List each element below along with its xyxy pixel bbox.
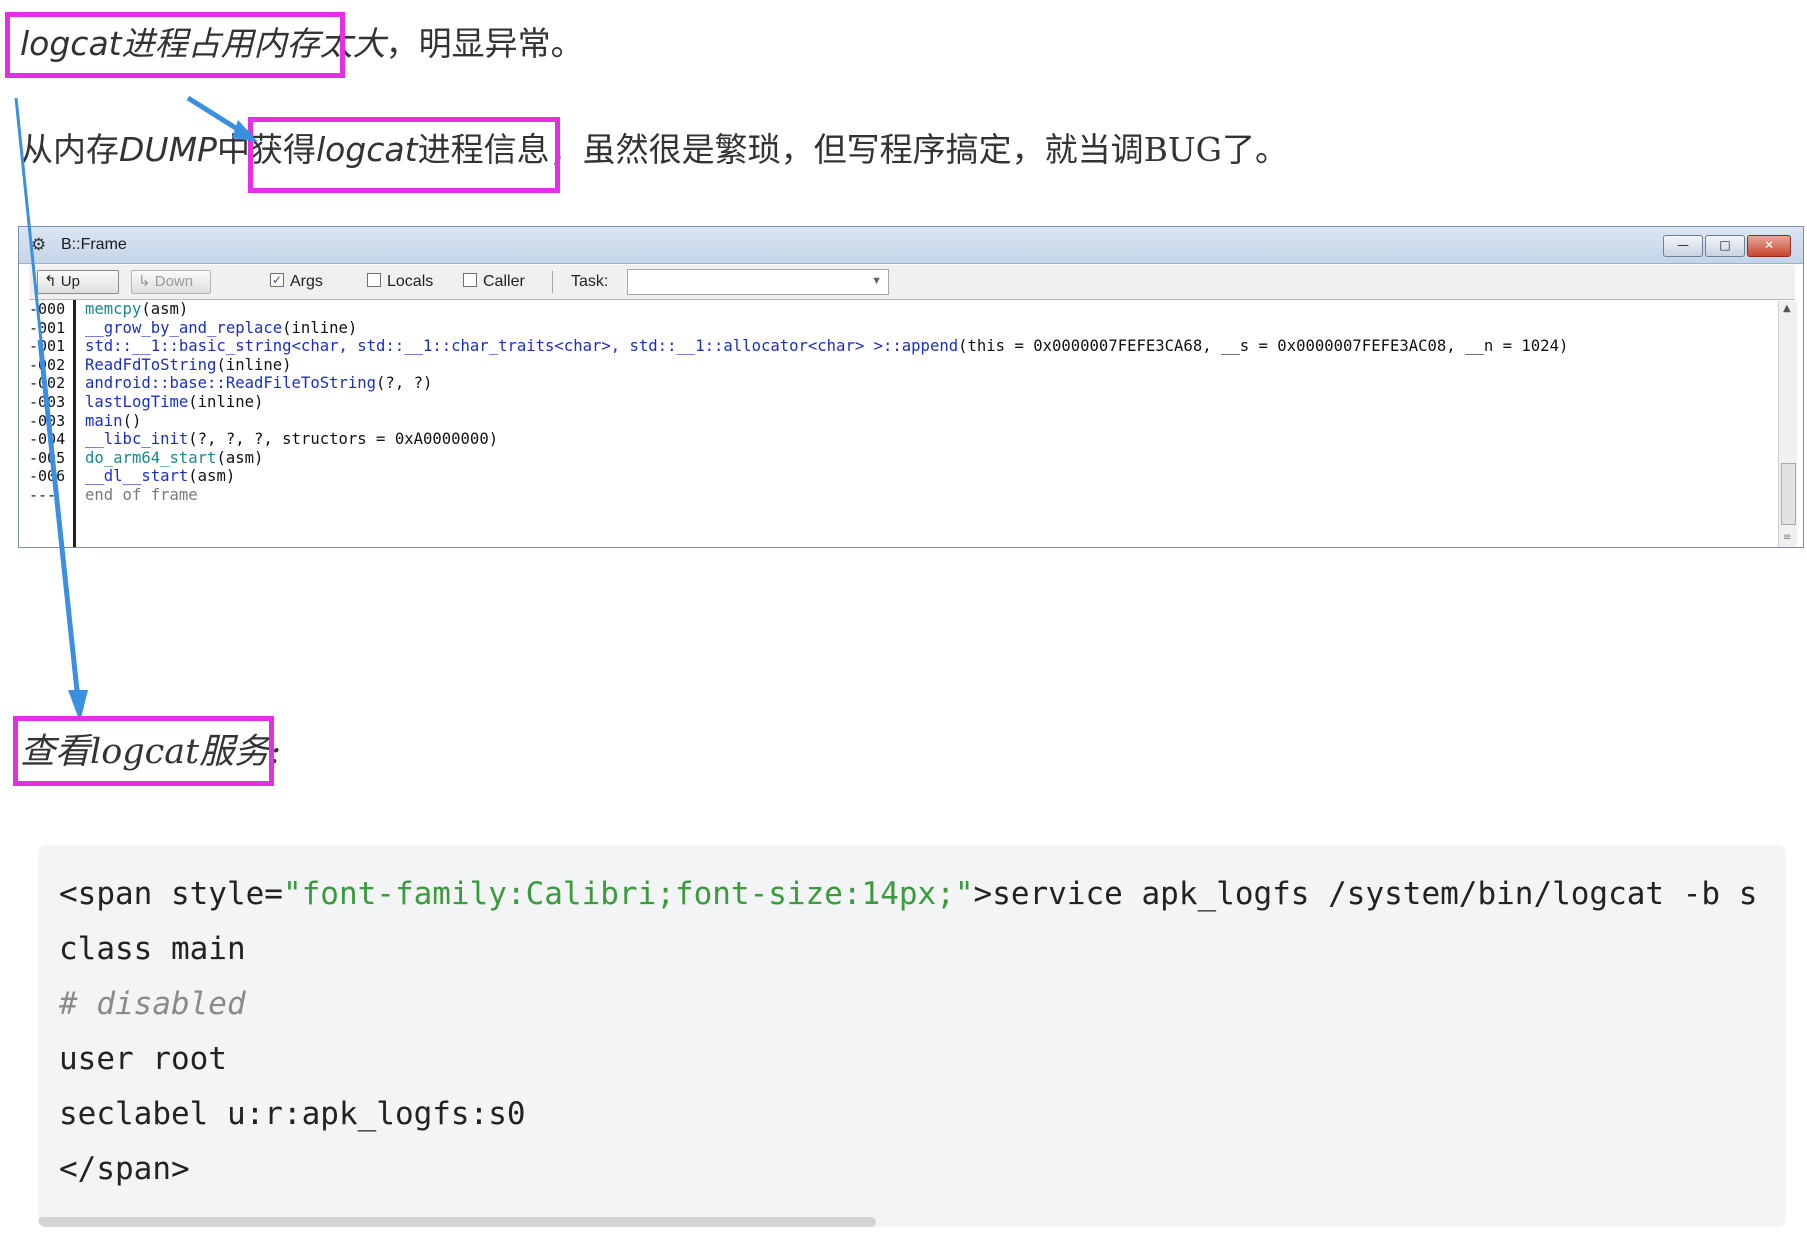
code-line-1-tail: >service apk_logfs /system/bin/logcat -b… xyxy=(973,876,1758,912)
code-line-3: # disabled xyxy=(59,986,246,1022)
highlight-box-3 xyxy=(13,716,274,786)
code-tag-open: <span style= xyxy=(59,876,283,912)
code-line-4: user root xyxy=(59,1041,227,1077)
code-line-2: class main xyxy=(59,931,246,967)
arrow-head-2 xyxy=(232,120,258,142)
horizontal-scrollbar[interactable] xyxy=(38,1217,876,1227)
code-content[interactable]: <span style="font-family:Calibri;font-si… xyxy=(59,867,1757,1197)
code-line-1: <span style="font-family:Calibri;font-si… xyxy=(59,867,1757,922)
code-string: "font-family:Calibri;font-size:14px;" xyxy=(282,876,974,912)
code-block[interactable]: <span style="font-family:Calibri;font-si… xyxy=(38,845,1786,1227)
code-line-6: </span> xyxy=(59,1151,190,1187)
code-line-5: seclabel u:r:apk_logfs:s0 xyxy=(59,1096,526,1132)
arrow-to-highlight-3-bold xyxy=(37,339,81,701)
